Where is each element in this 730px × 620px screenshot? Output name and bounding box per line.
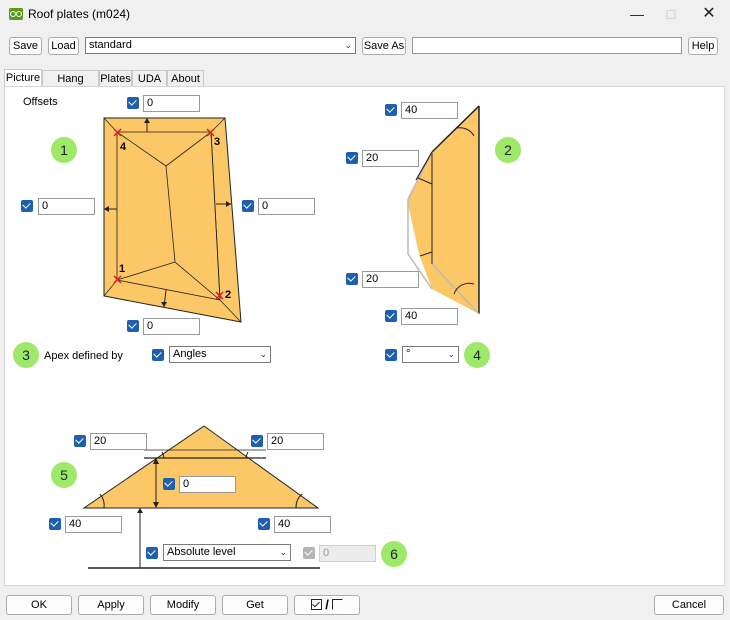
maximize-icon[interactable]: □ <box>654 4 688 24</box>
chevron-down-icon: ⌄ <box>344 40 352 50</box>
level-offset-input[interactable]: 0 <box>319 545 376 562</box>
save-as-name-input[interactable] <box>412 37 682 54</box>
toggle-all-button[interactable]: / <box>294 595 360 615</box>
offsets-label: Offsets <box>23 96 58 108</box>
corner-label-3: 3 <box>214 136 220 148</box>
level-mode-value: Absolute level <box>167 546 236 558</box>
toggle-separator: / <box>325 597 329 612</box>
side-top-input[interactable]: 40 <box>401 102 458 119</box>
toolbar: Save Load standard ⌄ Save As Help <box>4 33 726 59</box>
corner-label-4: 4 <box>120 141 127 153</box>
modify-button[interactable]: Modify <box>150 595 216 615</box>
chevron-down-icon: ⌄ <box>279 547 287 557</box>
plan-top-checkbox[interactable] <box>127 97 139 109</box>
side-upper-input[interactable]: 20 <box>362 150 419 167</box>
get-button[interactable]: Get <box>222 595 288 615</box>
badge-3: 3 <box>13 342 39 368</box>
tab-plates[interactable]: Plates <box>99 70 132 86</box>
badge-1: 1 <box>51 137 77 163</box>
badge-2: 2 <box>495 137 521 163</box>
close-icon[interactable]: ✕ <box>692 4 726 24</box>
plan-right-checkbox[interactable] <box>242 200 254 212</box>
chevron-down-icon: ⌄ <box>447 349 455 359</box>
side-lower-input[interactable]: 20 <box>362 271 419 288</box>
section-height-input[interactable]: 0 <box>179 476 236 493</box>
apex-defined-by-label: Apex defined by <box>44 350 123 362</box>
section-right-lower-checkbox[interactable] <box>258 518 270 530</box>
window-title: Roof plates (m024) <box>28 7 131 21</box>
checked-box-icon <box>311 599 323 610</box>
section-left-lower-checkbox[interactable] <box>49 518 61 530</box>
apex-mode-select[interactable]: Angles ⌄ <box>169 346 271 363</box>
badge-6: 6 <box>381 541 407 567</box>
preset-select[interactable]: standard ⌄ <box>85 37 356 54</box>
load-button[interactable]: Load <box>48 37 79 55</box>
badge-4: 4 <box>464 342 490 368</box>
side-top-checkbox[interactable] <box>385 104 397 116</box>
tab-uda[interactable]: UDA <box>132 70 167 86</box>
save-button[interactable]: Save <box>9 37 42 55</box>
section-left-upper-input[interactable]: 20 <box>90 433 147 450</box>
level-mode-select[interactable]: Absolute level ⌄ <box>163 544 291 561</box>
plan-left-offset-input[interactable]: 0 <box>38 198 95 215</box>
section-left-lower-input[interactable]: 40 <box>65 516 122 533</box>
plan-view-drawing: 1 2 3 4 <box>103 117 242 323</box>
side-bottom-checkbox[interactable] <box>385 310 397 322</box>
angle-unit-select[interactable]: ° ⌄ <box>402 346 459 363</box>
plan-right-offset-input[interactable]: 0 <box>258 198 315 215</box>
section-height-checkbox[interactable] <box>163 478 175 490</box>
tab-picture[interactable]: Picture <box>4 69 42 87</box>
save-as-button[interactable]: Save As <box>362 37 406 55</box>
section-left-upper-checkbox[interactable] <box>74 435 86 447</box>
app-icon <box>9 8 23 20</box>
corner-label-1: 1 <box>119 263 125 275</box>
angle-unit-value: ° <box>406 348 411 360</box>
help-button[interactable]: Help <box>688 37 718 55</box>
section-right-upper-checkbox[interactable] <box>251 435 263 447</box>
bottom-button-bar: OK Apply Modify Get / Cancel <box>0 590 730 620</box>
level-checkbox[interactable] <box>146 547 158 559</box>
title-bar: Roof plates (m024) — □ ✕ <box>0 0 730 30</box>
plan-left-checkbox[interactable] <box>21 200 33 212</box>
plan-bottom-offset-input[interactable]: 0 <box>143 318 200 335</box>
plan-top-offset-input[interactable]: 0 <box>143 95 200 112</box>
side-bottom-input[interactable]: 40 <box>401 308 458 325</box>
ok-button[interactable]: OK <box>6 595 72 615</box>
apply-button[interactable]: Apply <box>78 595 144 615</box>
section-right-upper-input[interactable]: 20 <box>267 433 324 450</box>
corner-label-2: 2 <box>225 289 231 301</box>
apex-checkbox[interactable] <box>152 349 164 361</box>
preset-value: standard <box>89 39 132 51</box>
unchecked-box-icon <box>331 599 343 610</box>
minimize-icon[interactable]: — <box>620 4 654 24</box>
chevron-down-icon: ⌄ <box>259 349 267 359</box>
cancel-button[interactable]: Cancel <box>654 595 724 615</box>
unit-checkbox[interactable] <box>385 349 397 361</box>
side-lower-checkbox[interactable] <box>346 273 358 285</box>
level-offset-checkbox[interactable] <box>303 547 315 559</box>
tab-about[interactable]: About <box>167 70 204 86</box>
tab-hang-overs[interactable]: Hang overs <box>42 70 99 101</box>
side-upper-checkbox[interactable] <box>346 152 358 164</box>
apex-mode-value: Angles <box>173 348 207 360</box>
section-right-lower-input[interactable]: 40 <box>274 516 331 533</box>
plan-bottom-checkbox[interactable] <box>127 320 139 332</box>
badge-5: 5 <box>51 462 77 488</box>
